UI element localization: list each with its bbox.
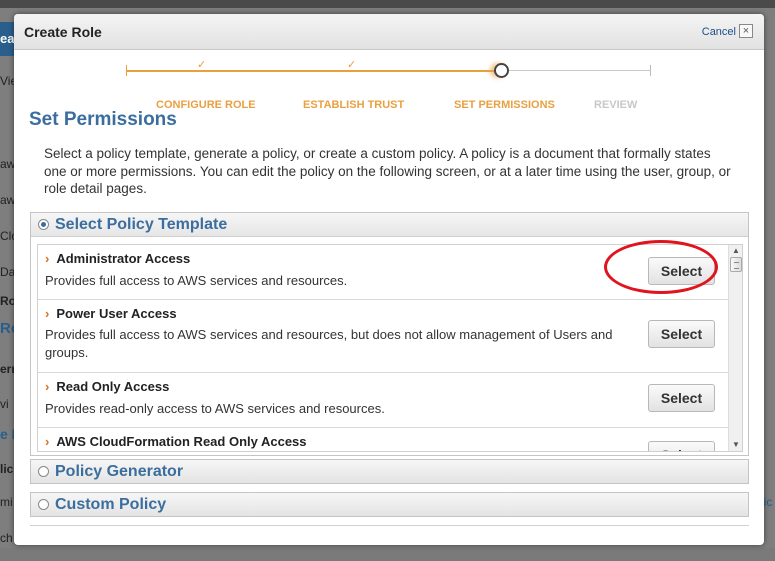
wizard-remaining-line <box>508 70 650 71</box>
check-icon: ✓ <box>347 59 357 71</box>
dialog-header: Create Role Cancel × <box>14 14 764 50</box>
list-item: › Read Only Access Provides read-only acc… <box>38 373 728 428</box>
select-cloudformation-read-only-button[interactable]: Select <box>648 441 715 451</box>
list-scrollbar[interactable]: ▲ ▼ <box>728 245 742 451</box>
step-review: REVIEW <box>594 99 638 111</box>
background-item: Vie <box>0 74 14 88</box>
background-item: vi <box>0 397 9 411</box>
background-item: aw <box>0 193 14 207</box>
list-item: › Administrator Access Provides full acce… <box>38 245 728 300</box>
create-role-dialog: Create Role Cancel × ✓ ✓ CONFIGURE ROLE … <box>14 14 764 545</box>
background-item: Clo <box>0 229 14 243</box>
select-power-user-access-button[interactable]: Select <box>648 320 715 348</box>
background-item: aw <box>0 157 14 171</box>
divider <box>30 525 749 526</box>
policy-template-label: Select Policy Template <box>55 216 228 233</box>
custom-policy-header[interactable]: Custom Policy <box>30 492 749 517</box>
background-bottom <box>0 548 775 561</box>
select-read-only-access-button[interactable]: Select <box>648 384 715 412</box>
custom-policy-radio[interactable] <box>38 499 49 510</box>
close-icon[interactable]: × <box>739 24 753 38</box>
background-item: Ro <box>0 294 14 308</box>
policy-template-panel: Select Policy Template › Administrator Ac… <box>30 212 749 456</box>
policy-generator-radio[interactable] <box>38 466 49 477</box>
list-item: ›AWS CloudFormation Read Only Access Sel… <box>38 428 728 451</box>
select-administrator-access-button[interactable]: Select <box>648 257 715 285</box>
check-icon: ✓ <box>197 59 207 71</box>
scroll-down-icon[interactable]: ▼ <box>730 439 742 451</box>
step-set-permissions: SET PERMISSIONS <box>454 99 555 111</box>
list-item: › Power User Access Provides full access … <box>38 300 728 373</box>
background-item: Da <box>0 265 14 279</box>
cancel-link[interactable]: Cancel <box>702 26 736 38</box>
scroll-thumb[interactable] <box>730 257 742 272</box>
background-item: ch <box>0 531 13 545</box>
policy-template-list: › Administrator Access Provides full acce… <box>37 244 743 452</box>
background-top-bar <box>0 0 775 8</box>
custom-policy-label: Custom Policy <box>55 496 167 513</box>
template-description: Provides full access to AWS services and… <box>45 273 348 288</box>
background-item: mi <box>0 495 13 509</box>
page-description: Select a policy template, generate a pol… <box>44 146 731 196</box>
template-description: Provides read-only access to AWS service… <box>45 401 385 416</box>
chevron-right-icon: › <box>45 251 50 266</box>
template-description: Provides full access to AWS services and… <box>45 327 613 360</box>
background-item: Ro <box>0 320 14 337</box>
dialog-title: Create Role <box>24 24 102 40</box>
background-item: lici <box>0 462 14 476</box>
chevron-right-icon: › <box>45 379 50 394</box>
template-name[interactable]: › AWS CloudFormation Read Only Access <box>45 434 307 449</box>
page-title: Set Permissions <box>29 109 177 130</box>
policy-generator-header[interactable]: Policy Generator <box>30 459 749 484</box>
wizard-end-tick <box>650 65 651 76</box>
background-item: e F <box>0 426 14 442</box>
template-name[interactable]: › Read Only Access <box>45 379 169 394</box>
current-step-indicator <box>494 63 509 78</box>
step-establish-trust[interactable]: ESTABLISH TRUST <box>303 99 404 111</box>
scroll-up-icon[interactable]: ▲ <box>730 245 742 257</box>
chevron-right-icon: › <box>45 434 50 449</box>
policy-generator-label: Policy Generator <box>55 463 184 480</box>
chevron-right-icon: › <box>45 306 50 321</box>
template-name[interactable]: › Power User Access <box>45 306 177 321</box>
policy-template-radio[interactable] <box>38 219 49 230</box>
wizard-progress: ✓ ✓ CONFIGURE ROLE ESTABLISH TRUST SET P… <box>14 58 764 111</box>
background-tab: ea <box>0 22 14 56</box>
background-item: ern <box>0 362 14 376</box>
template-name[interactable]: › Administrator Access <box>45 251 190 266</box>
policy-template-header[interactable]: Select Policy Template <box>31 213 748 237</box>
wizard-progress-line <box>126 70 494 72</box>
